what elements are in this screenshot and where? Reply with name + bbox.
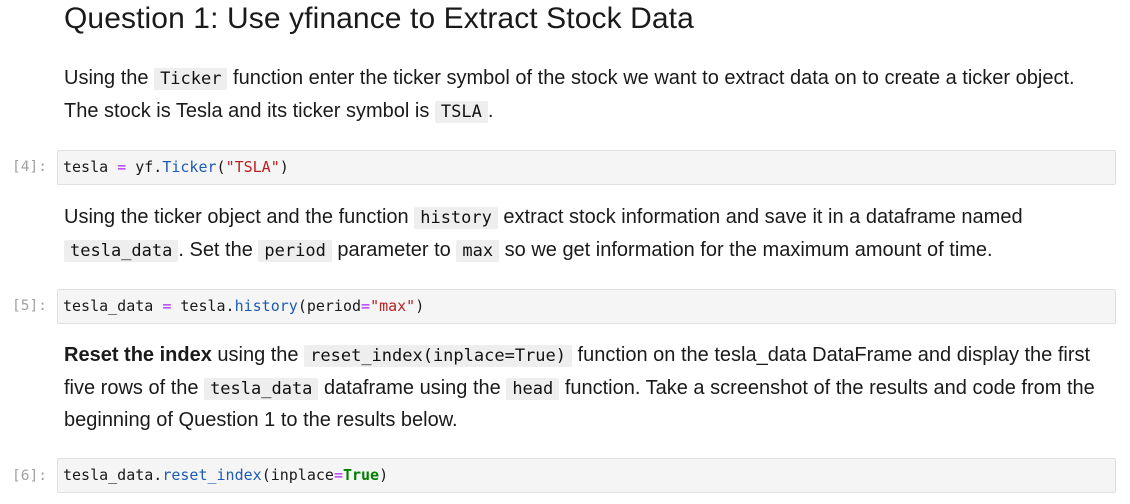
code-token: ( xyxy=(216,158,226,176)
code-token: ) xyxy=(379,466,389,484)
inline-code-period: period xyxy=(258,239,332,262)
code-cell-reset-index[interactable]: tesla_data.reset_index(inplace=True) xyxy=(57,458,1116,493)
md-text: so we get information for the maximum am… xyxy=(499,238,993,261)
code-token-operator: = xyxy=(333,466,343,484)
inline-code-tsla: TSLA xyxy=(434,100,488,123)
code-token: tesla_data. xyxy=(63,466,163,484)
code-token: tesla. xyxy=(180,297,235,315)
code-token-string: "max" xyxy=(370,297,416,315)
code-token-string: "TSLA" xyxy=(225,158,280,176)
markdown-cell-history-instructions: Using the ticker object and the function… xyxy=(64,202,1114,267)
code-token: ) xyxy=(279,158,289,176)
cell-prompt: [6]: xyxy=(12,468,47,484)
md-bold-text: Reset the index xyxy=(64,344,212,366)
md-text: extract stock information and save it in… xyxy=(497,206,1023,228)
markdown-cell-reset-index-instructions: Reset the index using the reset_index(in… xyxy=(64,340,1114,437)
code-token: (inplace xyxy=(261,466,334,484)
code-token-keyword: True xyxy=(342,466,380,484)
code-token: (period xyxy=(297,297,362,315)
code-token: yf. xyxy=(135,158,163,176)
md-text: . Set the xyxy=(178,238,259,261)
inline-code-reset-index: reset_index(inplace=True) xyxy=(304,345,572,367)
code-token-operator: = xyxy=(361,297,371,315)
notebook-heading: Question 1: Use yfinance to Extract Stoc… xyxy=(64,2,694,35)
code-token: tesla_data xyxy=(63,297,154,315)
code-cell-create-ticker[interactable]: tesla = yf.Ticker("TSLA") xyxy=(57,150,1116,185)
code-token: tesla xyxy=(63,158,109,176)
code-cell-history[interactable]: tesla_data = tesla.history(period="max") xyxy=(57,289,1116,324)
markdown-cell-ticker-instructions: Using the Ticker function enter the tick… xyxy=(64,63,1114,128)
md-text: using the xyxy=(211,344,305,366)
inline-code-tesla-data: tesla_data xyxy=(64,239,179,262)
inline-code-ticker: Ticker xyxy=(154,68,228,90)
cell-prompt: [5]: xyxy=(12,298,47,314)
code-token-operator: = xyxy=(117,158,127,176)
md-text: dataframe using the xyxy=(318,376,507,399)
inline-code-max: max xyxy=(456,239,500,262)
code-token-operator: = xyxy=(162,297,172,315)
code-token-function: reset_index xyxy=(162,466,262,484)
md-text: Using the ticker object and the function xyxy=(64,206,415,228)
md-text: parameter to xyxy=(331,238,457,261)
cell-prompt: [4]: xyxy=(12,159,47,175)
inline-code-history: history xyxy=(414,207,498,229)
code-token: ) xyxy=(415,297,425,315)
inline-code-tesla-data: tesla_data xyxy=(204,377,319,400)
code-token-function: history xyxy=(234,297,298,315)
md-text: . xyxy=(487,99,494,122)
md-text: Using the xyxy=(64,67,155,89)
inline-code-head: head xyxy=(506,377,560,400)
code-token-function: Ticker xyxy=(162,158,217,176)
